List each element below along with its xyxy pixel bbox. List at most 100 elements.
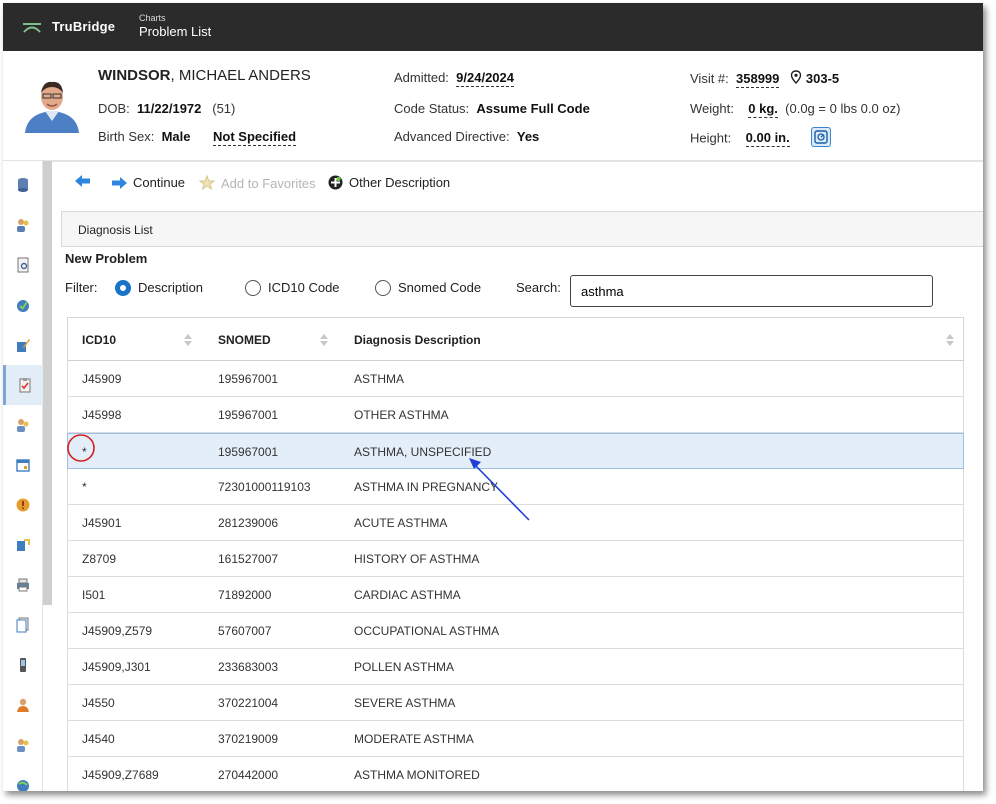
sidebar-item-calendar[interactable] xyxy=(3,445,43,485)
dob-field: DOB: 11/22/1972 (51) xyxy=(98,101,236,116)
transfer-icon xyxy=(17,539,30,551)
gender-link[interactable]: Not Specified xyxy=(213,129,297,146)
weight-field: Weight: 0 kg. (0.0g = 0 lbs 0.0 oz) xyxy=(690,101,901,118)
search-input[interactable] xyxy=(570,275,933,307)
breadcrumb[interactable]: Charts xyxy=(139,13,166,23)
filter-snomed-radio[interactable]: Snomed Code xyxy=(375,279,481,297)
back-button[interactable] xyxy=(75,175,91,187)
add-to-favorites-button[interactable]: Add to Favorites xyxy=(199,175,316,191)
arrow-right-icon xyxy=(112,176,127,189)
sort-icon[interactable] xyxy=(320,334,328,346)
sort-icon[interactable] xyxy=(946,334,954,346)
diagnosis-table: ICD10 SNOMED Diagnosis Description J4590… xyxy=(67,317,964,791)
sidebar-item-document-search[interactable] xyxy=(3,245,43,285)
filter-icd10-radio[interactable]: ICD10 Code xyxy=(245,279,340,297)
users-icon xyxy=(17,419,29,432)
table-row[interactable]: I501 71892000 CARDIAC ASTHMA xyxy=(67,577,964,613)
table-row[interactable]: * 72301000119103 ASTHMA IN PREGNANCY xyxy=(67,469,964,505)
cell-icd10: J4550 xyxy=(82,696,115,710)
cell-description: HISTORY OF ASTHMA xyxy=(354,552,480,566)
admitted-field: Admitted: 9/24/2024 xyxy=(394,70,514,87)
scale-icon xyxy=(814,130,829,144)
cell-snomed: 71892000 xyxy=(218,588,272,602)
database-icon xyxy=(18,178,28,192)
table-row[interactable]: Z8709 161527007 HISTORY OF ASTHMA xyxy=(67,541,964,577)
people-icon xyxy=(17,219,29,232)
table-row[interactable]: J4540 370219009 MODERATE ASTHMA xyxy=(67,721,964,757)
sidebar-item-person[interactable] xyxy=(3,685,43,725)
cell-icd10: J4540 xyxy=(82,732,115,746)
table-row[interactable]: J45909,Z579 57607007 OCCUPATIONAL ASTHMA xyxy=(67,613,964,649)
radio-unchecked-icon xyxy=(245,279,261,296)
cell-icd10: I501 xyxy=(82,588,106,602)
table-row[interactable]: J45909 195967001 ASTHMA xyxy=(67,361,964,397)
sidebar-item-people[interactable] xyxy=(3,205,43,245)
sidebar-item-database[interactable] xyxy=(3,165,43,205)
table-row[interactable]: J45901 281239006 ACUTE ASTHMA xyxy=(67,505,964,541)
advanced-directive-field: Advanced Directive: Yes xyxy=(394,129,540,144)
sidebar-item-device[interactable] xyxy=(3,645,43,685)
cell-icd10: J45909 xyxy=(82,372,122,386)
weight-link[interactable]: 0 kg. xyxy=(748,101,778,118)
cell-icd10: * xyxy=(82,480,87,494)
documents-icon xyxy=(16,617,29,633)
alert-icon xyxy=(16,498,30,512)
printer-icon xyxy=(17,578,29,592)
cell-snomed: 370219009 xyxy=(218,732,279,746)
divider xyxy=(52,161,983,162)
sidebar-item-problem-list[interactable] xyxy=(3,365,43,405)
height-link[interactable]: 0.00 in. xyxy=(745,130,790,148)
other-description-button[interactable]: Other Description xyxy=(328,175,450,190)
column-header-snomed[interactable]: SNOMED xyxy=(218,333,271,347)
cell-icd10: J45909,J301 xyxy=(82,660,151,674)
table-row[interactable]: * 195967001 ASTHMA, UNSPECIFIED xyxy=(67,433,964,469)
sidebar-item-web[interactable] xyxy=(3,765,43,791)
star-add-icon xyxy=(199,175,215,191)
sidebar-item-print[interactable] xyxy=(3,565,43,605)
sidebar-item-transfer[interactable] xyxy=(3,525,43,565)
sidebar-item-documents[interactable] xyxy=(3,605,43,645)
cell-description: MODERATE ASTHMA xyxy=(354,732,474,746)
globe-check-icon xyxy=(17,300,29,312)
table-row[interactable]: J45909,Z7689 270442000 ASTHMA MONITORED xyxy=(67,757,964,791)
cell-icd10: J45909,Z579 xyxy=(82,624,153,638)
scale-button[interactable] xyxy=(811,127,832,147)
arrow-left-icon xyxy=(75,175,90,187)
toolbar: Continue Add to Favorites Other Descript… xyxy=(59,169,983,199)
continue-button[interactable]: Continue xyxy=(111,175,185,190)
filter-row: Filter: Description ICD10 Code Snomed Co… xyxy=(65,275,983,309)
cell-icd10: J45901 xyxy=(82,516,122,530)
filter-description-radio[interactable]: Description xyxy=(115,279,203,297)
sidebar-item-alerts[interactable] xyxy=(3,485,43,525)
cell-description: OTHER ASTHMA xyxy=(354,408,449,422)
cell-icd10: * xyxy=(82,445,87,459)
code-status-field: Code Status: Assume Full Code xyxy=(394,101,590,116)
cell-icd10: Z8709 xyxy=(82,552,117,566)
cell-icd10: J45998 xyxy=(82,408,122,422)
page-title: Problem List xyxy=(139,24,212,39)
diagnosis-list-header: Diagnosis List xyxy=(61,211,983,247)
sidebar-scrollbar[interactable] xyxy=(43,161,52,605)
cell-snomed: 161527007 xyxy=(218,552,279,566)
sidebar-item-staff[interactable] xyxy=(3,725,43,765)
birth-sex-field: Birth Sex: Male xyxy=(98,129,191,144)
sidebar-item-edit[interactable] xyxy=(3,325,43,365)
sidebar-item-users[interactable] xyxy=(3,405,43,445)
person-icon xyxy=(17,698,29,712)
column-header-description[interactable]: Diagnosis Description xyxy=(354,333,481,347)
app-window: TruBridge Charts Problem List WINDSOR, M… xyxy=(3,3,983,791)
admitted-date-link[interactable]: 9/24/2024 xyxy=(456,70,514,87)
table-row[interactable]: J4550 370221004 SEVERE ASTHMA xyxy=(67,685,964,721)
visit-number-link[interactable]: 358999 xyxy=(736,71,780,88)
document-search-icon xyxy=(17,257,29,273)
plus-circle-icon xyxy=(328,175,343,190)
column-header-icd10[interactable]: ICD10 xyxy=(82,333,116,347)
trubridge-logo-icon xyxy=(23,23,41,33)
table-row[interactable]: J45998 195967001 OTHER ASTHMA xyxy=(67,397,964,433)
table-row[interactable]: J45909,J301 233683003 POLLEN ASTHMA xyxy=(67,649,964,685)
cell-description: SEVERE ASTHMA xyxy=(354,696,456,710)
sidebar-item-orders[interactable] xyxy=(3,285,43,325)
cell-snomed: 370221004 xyxy=(218,696,279,710)
sort-icon[interactable] xyxy=(184,334,192,346)
radio-unchecked-icon xyxy=(375,279,391,296)
